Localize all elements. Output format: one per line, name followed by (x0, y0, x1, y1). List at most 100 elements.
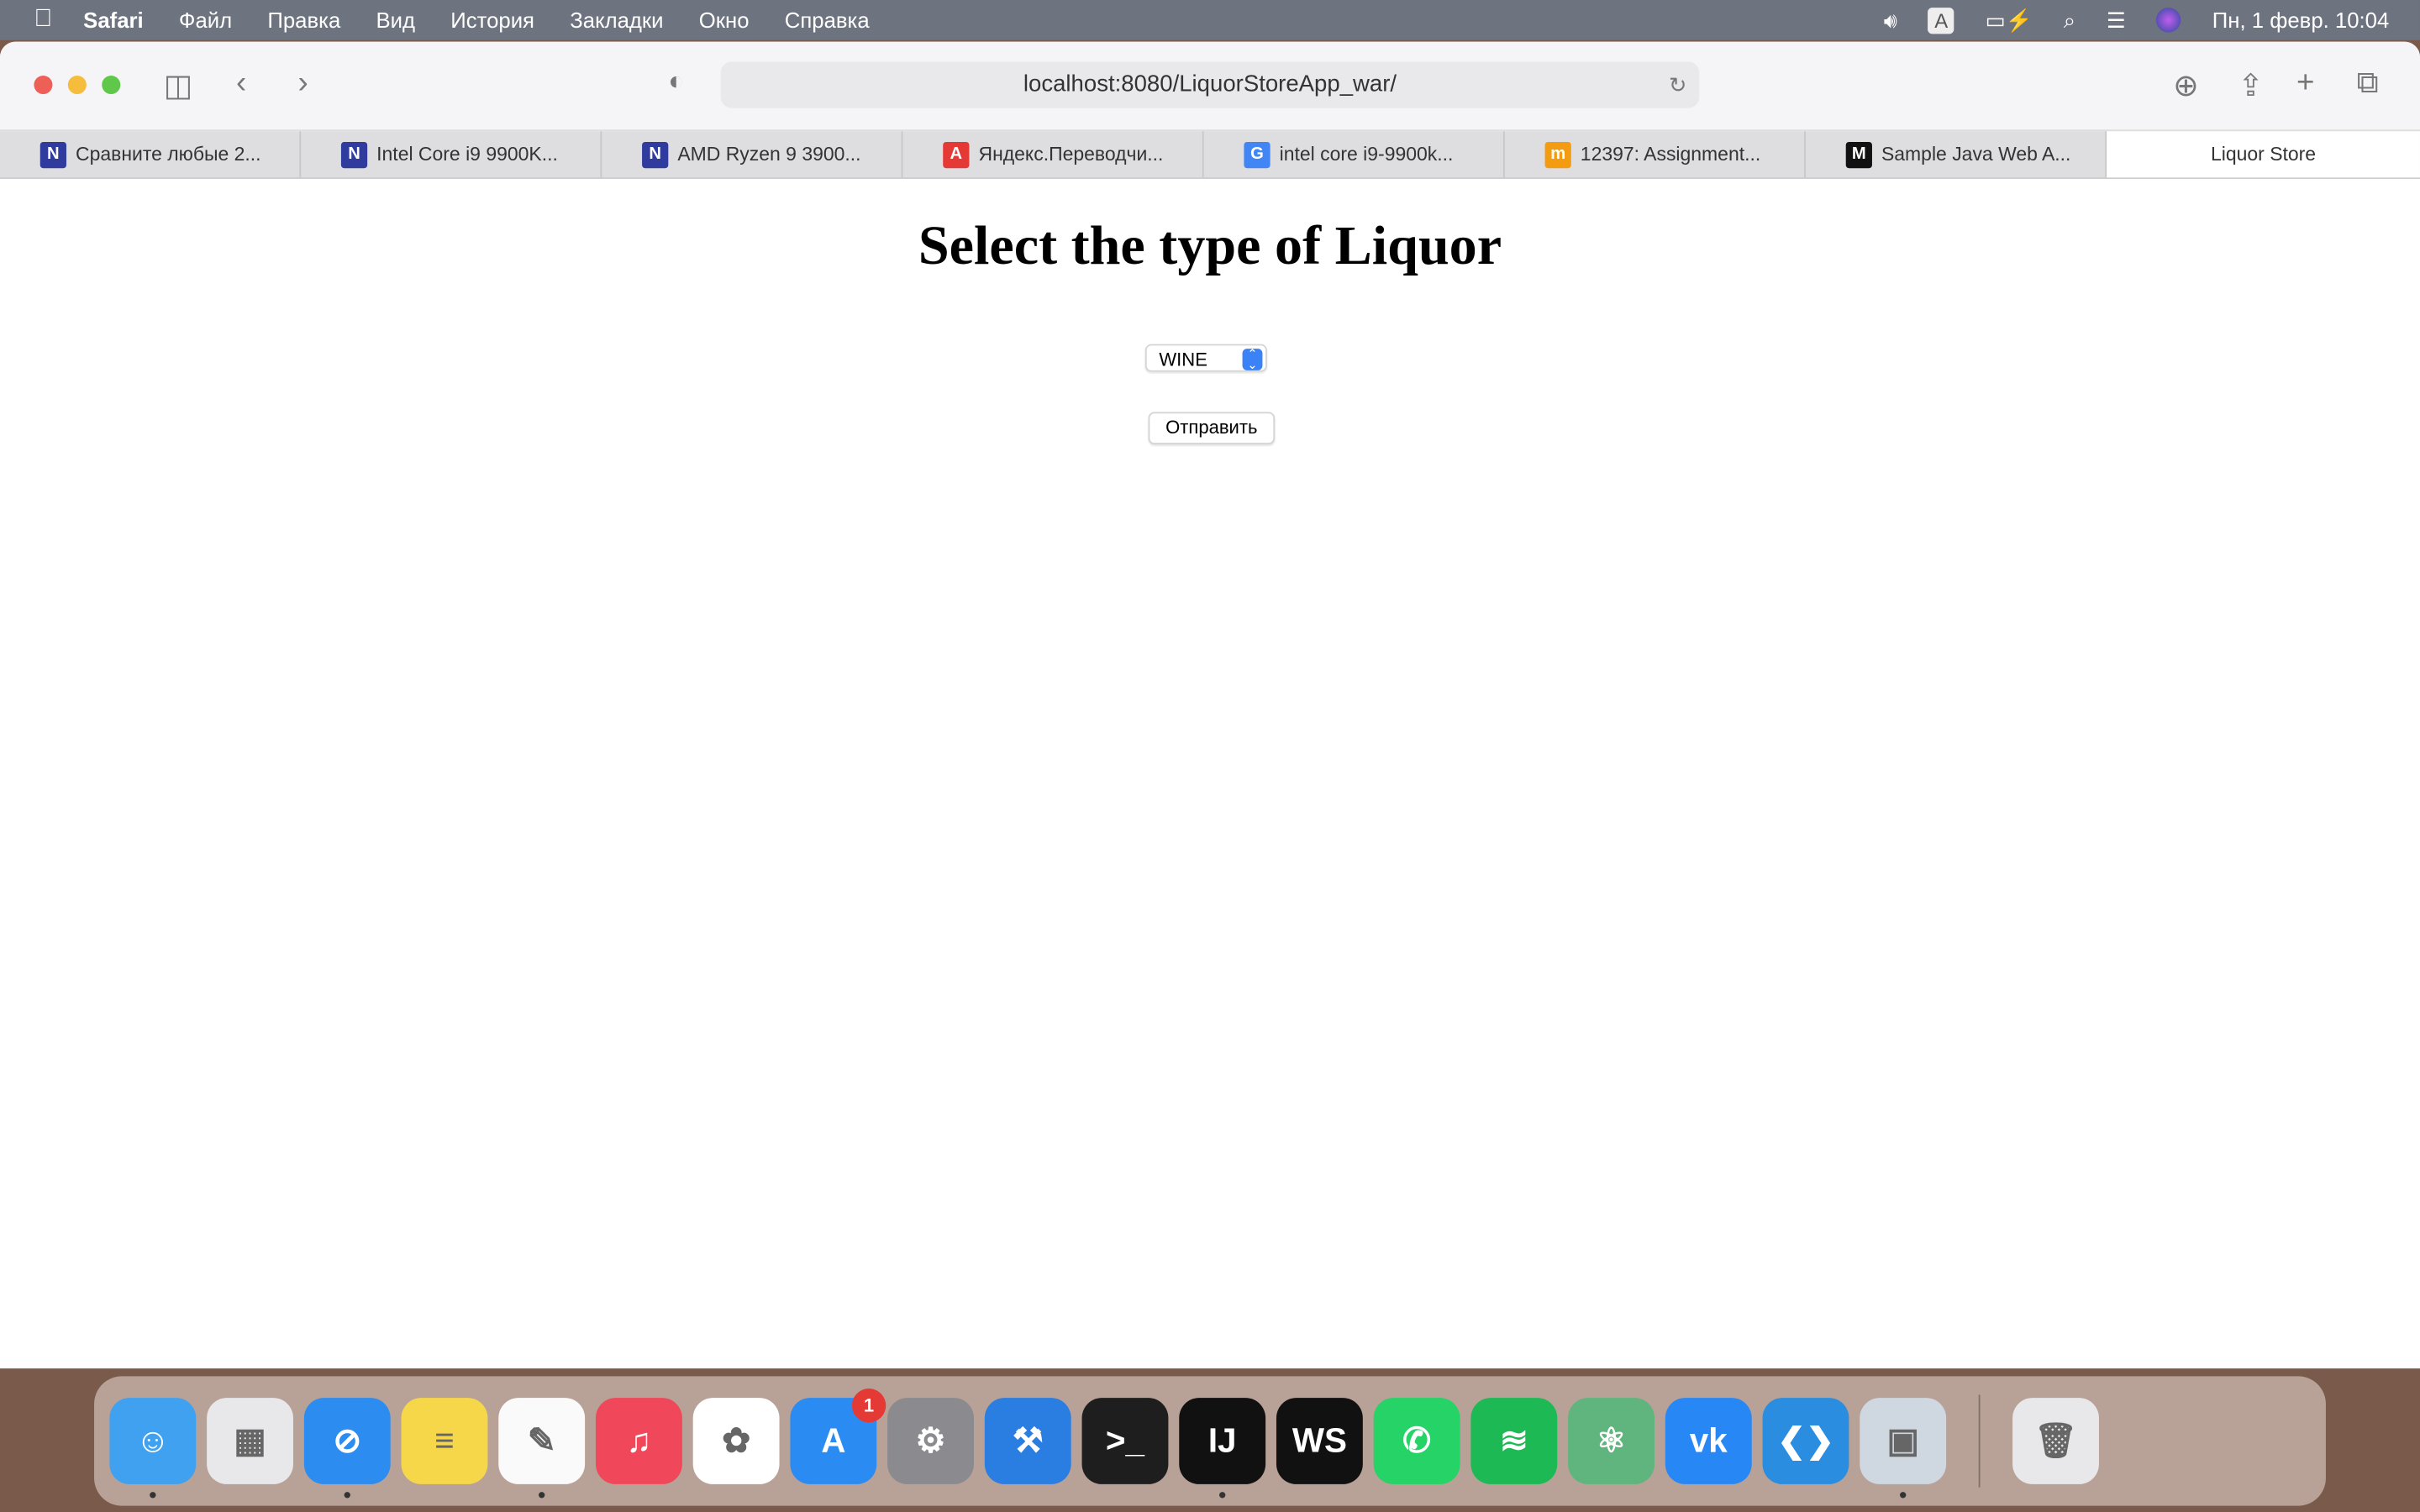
app-glyph: 🗑 (2033, 1420, 2078, 1460)
favicon-icon: N (642, 141, 669, 168)
sidebar-toggle-icon[interactable]: ◫ (164, 66, 193, 105)
running-indicator (344, 1492, 350, 1499)
tab-label: Liquor Store (2211, 142, 2317, 165)
privacy-shield-icon[interactable]: ◐ (668, 66, 684, 97)
xcode-icon[interactable]: ⚒ (984, 1398, 1071, 1484)
menu-bookmarks[interactable]: Закладки (570, 8, 663, 32)
terminal-icon[interactable]: >_ (1081, 1398, 1169, 1484)
menu-edit[interactable]: Правка (267, 8, 340, 32)
app-glyph: ≋ (1499, 1420, 1528, 1460)
tab-6[interactable]: M Sample Java Web A... (1806, 131, 2107, 178)
select-chevrons-icon: ⌃ ⌄ (1242, 348, 1263, 371)
tab-0[interactable]: N Сравните любые 2... (0, 131, 302, 178)
system-preferences-icon[interactable]: ⚙ (887, 1398, 974, 1484)
address-bar[interactable]: localhost:8080/LiquorStoreApp_war/ ↻ (720, 61, 1700, 108)
dock: ☺ ▦ ⊘ ≡ ✎ ♫ ✿ A 1 ⚙ ⚒ >_ IJ WS ✆ ≋ ⚛ vk ❮❯ ▣ 🗑 (94, 1376, 2326, 1506)
menu-history[interactable]: История (450, 8, 534, 32)
apple-menu-icon[interactable]:  (34, 6, 52, 34)
dock-separator (1978, 1394, 1981, 1488)
siri-icon[interactable] (2156, 8, 2182, 33)
back-icon[interactable]: ‹ (236, 66, 246, 102)
battery-icon[interactable]: ▭⚡ (1986, 7, 2033, 33)
tab-3[interactable]: A Яндекс.Переводчи... (902, 131, 1204, 178)
photos-icon[interactable]: ✿ (692, 1398, 780, 1484)
notes-icon[interactable]: ≡ (401, 1398, 488, 1484)
tab-7[interactable]: Liquor Store (2107, 131, 2420, 178)
url-text[interactable]: localhost:8080/LiquorStoreApp_war/ (1023, 71, 1397, 97)
favicon-icon: m (1544, 141, 1571, 168)
tab-label: AMD Ryzen 9 3900... (677, 143, 861, 165)
control-center-icon[interactable]: ☰ (2107, 7, 2126, 33)
new-tab-icon[interactable]: + (2296, 66, 2314, 102)
app-glyph: ▦ (234, 1420, 266, 1460)
app-store-icon[interactable]: A1 (790, 1389, 886, 1484)
tab-1[interactable]: N Intel Core i9 9900K... (301, 131, 602, 178)
minimize-window-button[interactable] (67, 75, 87, 95)
safari-icon[interactable]: ⊘ (303, 1398, 391, 1499)
close-window-button[interactable] (34, 75, 53, 95)
forward-icon[interactable]: › (297, 66, 308, 102)
vk-icon[interactable]: vk (1665, 1398, 1752, 1484)
zoom-window-button[interactable] (102, 75, 121, 95)
atom-icon[interactable]: ⚛ (1568, 1398, 1655, 1484)
app-glyph: ✆ (1402, 1420, 1432, 1460)
preview-icon[interactable]: ▣ (1860, 1398, 1947, 1499)
menu-bar:  Safari Файл Правка Вид История Закладк… (0, 0, 2420, 40)
toolbar: ◫ ‹ › ◐ localhost:8080/LiquorStoreApp_wa… (0, 41, 2420, 132)
spotlight-search-icon[interactable]: ⌕ (2064, 7, 2075, 33)
app-glyph: ✎ (527, 1420, 556, 1460)
tab-overview-icon[interactable]: ⧉ (2357, 66, 2379, 102)
downloads-icon[interactable]: ⊕ (2173, 66, 2199, 105)
running-indicator (1219, 1492, 1226, 1499)
reload-icon[interactable]: ↻ (1669, 61, 1687, 108)
select-value: WINE (1159, 349, 1207, 370)
tab-4[interactable]: Gintel core i9-9900k... (1204, 131, 1505, 178)
tab-2[interactable]: N AMD Ryzen 9 3900... (602, 131, 903, 178)
notification-badge: 1 (851, 1389, 886, 1423)
running-indicator (539, 1492, 545, 1499)
liquor-type-select[interactable]: WINE ⌃ ⌄ (1144, 344, 1267, 372)
app-glyph: WS (1292, 1420, 1347, 1460)
favicon-icon: A (943, 141, 970, 168)
safari-window: ◫ ‹ › ◐ localhost:8080/LiquorStoreApp_wa… (0, 41, 2420, 1369)
launchpad-icon[interactable]: ▦ (207, 1398, 293, 1484)
trash-icon[interactable]: 🗑 (2012, 1398, 2099, 1484)
page-title: Select the type of Liquor (918, 214, 1502, 276)
submit-button[interactable]: Отправить (1148, 412, 1276, 444)
clock[interactable]: Пн, 1 февр. 10:04 (2212, 8, 2389, 32)
share-icon[interactable]: ⇪ (2238, 66, 2264, 105)
menu-window[interactable]: Окно (699, 8, 750, 32)
whatsapp-icon[interactable]: ✆ (1373, 1398, 1460, 1484)
menu-file[interactable]: Файл (179, 8, 232, 32)
favicon-icon: N (39, 141, 66, 168)
finder-icon[interactable]: ☺ (109, 1398, 197, 1499)
app-glyph: vk (1689, 1420, 1728, 1460)
tab-5[interactable]: m 12397: Assignment... (1505, 131, 1806, 178)
webstorm-icon[interactable]: WS (1276, 1398, 1363, 1484)
vscode-icon[interactable]: ❮❯ (1762, 1398, 1849, 1484)
app-glyph: >_ (1105, 1420, 1145, 1460)
tab-label: Intel Core i9 9900K... (376, 143, 558, 165)
app-glyph: ▣ (1886, 1420, 1919, 1460)
tab-label: intel core i9-9900k... (1279, 143, 1454, 165)
menu-app-name[interactable]: Safari (83, 8, 143, 32)
spotify-icon[interactable]: ≋ (1470, 1398, 1558, 1484)
menu-view[interactable]: Вид (376, 8, 416, 32)
favicon-icon: N (340, 141, 368, 168)
app-glyph: ≡ (434, 1420, 455, 1460)
pages-icon[interactable]: ✎ (498, 1398, 586, 1499)
web-content: Select the type of Liquor WINE ⌃ ⌄ Отправ… (0, 179, 2420, 1368)
app-glyph: A (821, 1420, 846, 1460)
app-glyph: ⚒ (1013, 1420, 1044, 1460)
app-glyph: ❮❯ (1777, 1420, 1834, 1460)
music-icon[interactable]: ♫ (595, 1398, 682, 1484)
menu-help[interactable]: Справка (785, 8, 870, 32)
running-indicator (150, 1492, 156, 1499)
volume-icon[interactable]: 🔊︎ (1884, 7, 1897, 33)
app-glyph: IJ (1207, 1420, 1237, 1460)
favicon-icon: M (1845, 141, 1872, 168)
tab-label: Sample Java Web A... (1881, 143, 2071, 165)
input-source-icon[interactable]: A (1928, 7, 1954, 34)
app-glyph: ♫ (626, 1420, 652, 1460)
intellij-idea-icon[interactable]: IJ (1179, 1398, 1266, 1499)
